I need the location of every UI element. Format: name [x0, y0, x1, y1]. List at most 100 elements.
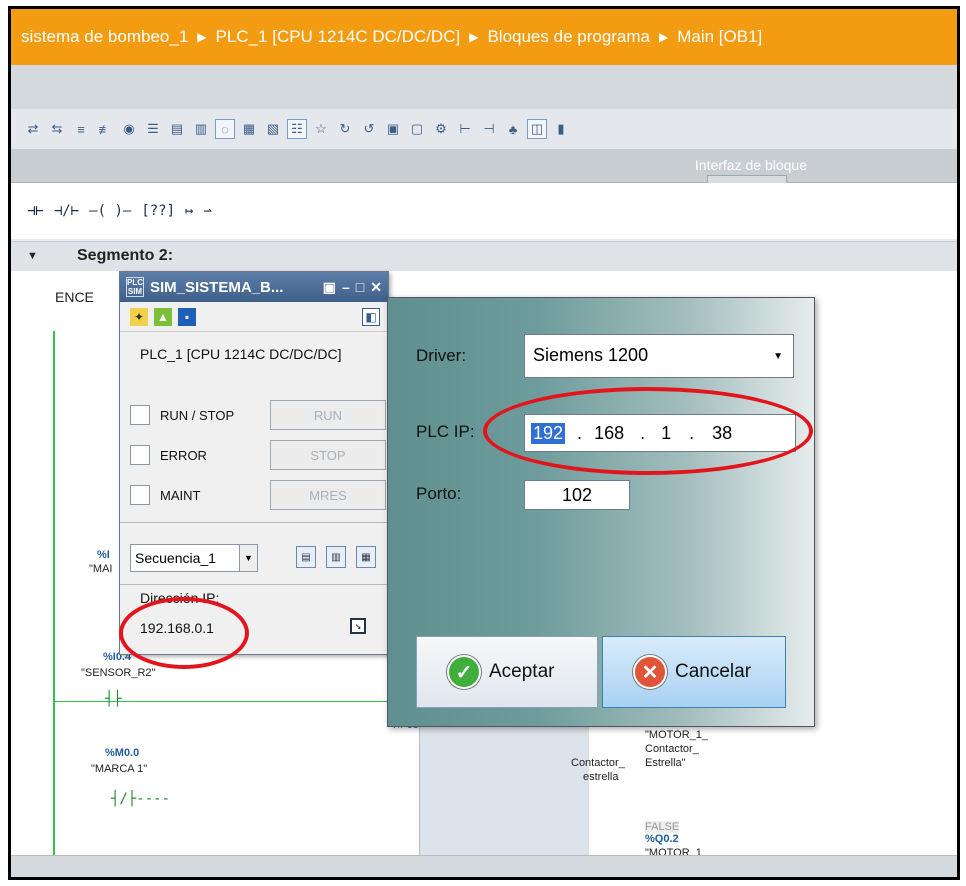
empty-box-icon[interactable]: [??] [141, 203, 175, 219]
tag-address: %I [97, 549, 110, 561]
run-button[interactable]: RUN [270, 400, 386, 430]
watch-icon[interactable]: ⚙ [431, 119, 451, 139]
breadcrumb: sistema de bombeo_1 ▶ PLC_1 [CPU 1214C D… [11, 9, 957, 65]
function-block[interactable] [419, 723, 589, 863]
driver-select[interactable]: Siemens 1200 ▼ [524, 334, 794, 378]
breadcrumb-project[interactable]: sistema de bombeo_1 [21, 27, 188, 47]
compare-icon[interactable]: ⇄ [23, 119, 43, 139]
breadcrumb-separator-icon: ▶ [469, 30, 479, 44]
call2-icon[interactable]: ↺ [359, 119, 379, 139]
clear-icon[interactable]: ◉ [119, 119, 139, 139]
run-stop-row: RUN / STOP RUN [130, 400, 386, 430]
delete-network-icon[interactable]: ≢ [95, 119, 115, 139]
step2-icon[interactable]: ⊣ [479, 119, 499, 139]
indent-icon[interactable]: ☰ [143, 119, 163, 139]
nc-contact-icon[interactable]: ┤/├---- [111, 791, 170, 807]
collapse-icon[interactable]: ▼ [27, 250, 38, 262]
close-icon[interactable]: ✕ [370, 279, 382, 296]
tag-name: "MARCA 1" [91, 763, 148, 775]
call-icon[interactable]: ↻ [335, 119, 355, 139]
tag-name: "MAI [89, 563, 113, 575]
contact-icon[interactable]: ┤├ [105, 691, 122, 707]
stop-button[interactable]: STOP [270, 440, 386, 470]
motor-tag: "MOTOR_1_ [645, 729, 708, 741]
sequence-select[interactable]: Secuencia_1 ▼ [130, 544, 258, 572]
comment-icon[interactable]: ◌ [215, 119, 235, 139]
maximize-icon[interactable]: □ [356, 279, 364, 296]
tag-address: %M0.0 [105, 747, 140, 759]
divider [120, 522, 388, 523]
plcsim-toolbar: ✦ ▲ ▪ ◧ [120, 302, 388, 332]
plcsim-logo-icon: PLC SIM [126, 277, 144, 297]
save-icon[interactable]: ▪ [178, 307, 196, 326]
contactor-pin: Contactor_ [571, 757, 625, 769]
power-rail [53, 331, 55, 861]
breadcrumb-main[interactable]: Main [OB1] [677, 27, 762, 47]
restore-view-icon[interactable]: ◧ [362, 307, 380, 326]
segment-comment: ENCE [55, 289, 94, 305]
list-icon[interactable]: ☷ [287, 119, 307, 139]
breadcrumb-blocks[interactable]: Bloques de programa [487, 27, 650, 47]
monitor2-icon[interactable]: ▧ [263, 119, 283, 139]
compact-view-icon[interactable]: ▣ [323, 279, 336, 296]
x-icon: ✕ [633, 655, 667, 689]
accept-button[interactable]: ✓ Aceptar [416, 636, 598, 708]
insert-network-icon[interactable]: ≡ [71, 119, 91, 139]
favorite-icon[interactable]: ☆ [311, 119, 331, 139]
error-label: ERROR [160, 447, 207, 463]
minimize-icon[interactable]: – [342, 279, 350, 296]
plcsim-window: PLC SIM SIM_SISTEMA_B... ▣ – □ ✕ ✦ ▲ ▪ ◧ … [119, 271, 389, 655]
interface-splitter[interactable] [707, 175, 787, 183]
divider [120, 584, 388, 585]
segment-header[interactable]: ▼ Segmento 2: [11, 241, 957, 271]
cancel-button[interactable]: ✕ Cancelar [602, 636, 786, 708]
breadcrumb-separator-icon: ▶ [659, 30, 669, 44]
block-icon[interactable]: ▤ [167, 119, 187, 139]
check-icon: ✓ [447, 655, 481, 689]
breadcrumb-plc[interactable]: PLC_1 [CPU 1214C DC/DC/DC] [216, 27, 461, 47]
breadcrumb-separator-icon: ▶ [197, 30, 207, 44]
run-stop-label: RUN / STOP [160, 407, 235, 423]
chevron-down-icon[interactable]: ▼ [773, 351, 783, 362]
port-label: Porto: [416, 484, 462, 503]
status-bar [11, 855, 957, 877]
sim-icon[interactable]: ♣ [503, 119, 523, 139]
tag2-icon[interactable]: ▢ [407, 119, 427, 139]
tag-icon[interactable]: ▣ [383, 119, 403, 139]
error-indicator [130, 445, 150, 465]
port-field[interactable]: 102 [524, 480, 630, 510]
driver-value: Siemens 1200 [533, 345, 649, 365]
network-icon[interactable]: ↘ [350, 618, 366, 634]
compare2-icon[interactable]: ⇆ [47, 119, 67, 139]
step-icon[interactable]: ⊢ [455, 119, 475, 139]
mres-button[interactable]: MRES [270, 480, 386, 510]
chevron-down-icon[interactable]: ▼ [239, 545, 257, 571]
new-project-icon[interactable]: ✦ [130, 307, 148, 326]
plcsim-title: SIM_SISTEMA_B... [150, 278, 284, 296]
block2-icon[interactable]: ▥ [191, 119, 211, 139]
segment-title: Segmento 2: [77, 247, 174, 264]
coil-icon[interactable]: –( )– [89, 203, 131, 219]
close-branch-icon[interactable]: ⇀ [203, 203, 211, 219]
motor-tag-2: Contactor_ [645, 743, 699, 755]
run-stop-indicator [130, 405, 150, 425]
editor-window: sistema de bombeo_1 ▶ PLC_1 [CPU 1214C D… [8, 6, 960, 880]
no-contact-icon[interactable]: ⊣⊢ [27, 203, 44, 219]
view-detail-icon[interactable]: ▦ [356, 546, 376, 568]
load-icon[interactable]: ▮ [551, 119, 571, 139]
highlight-ellipse-plc-ip [483, 387, 813, 475]
open-branch-icon[interactable]: ↦ [185, 203, 193, 219]
view-icons: ▤ ▥ ▦ [296, 546, 376, 568]
view-list-icon[interactable]: ▥ [326, 546, 346, 568]
open-project-icon[interactable]: ▲ [154, 307, 172, 326]
maint-indicator [130, 485, 150, 505]
monitor-icon[interactable]: ▦ [239, 119, 259, 139]
cpu-name: PLC_1 [CPU 1214C DC/DC/DC] [140, 346, 342, 362]
view-table-icon[interactable]: ▤ [296, 546, 316, 568]
nc-contact-icon[interactable]: ⊣/⊢ [54, 203, 79, 219]
interface-label[interactable]: Interfaz de bloque [695, 157, 807, 173]
plcsim-titlebar[interactable]: PLC SIM SIM_SISTEMA_B... ▣ – □ ✕ [120, 272, 388, 302]
ladder-element-bar: ⊣⊢ ⊣/⊢ –( )– [??] ↦ ⇀ [11, 183, 957, 239]
monitoring-icon[interactable]: ◫ [527, 119, 547, 139]
tag-name: "SENSOR_R2" [81, 667, 156, 679]
